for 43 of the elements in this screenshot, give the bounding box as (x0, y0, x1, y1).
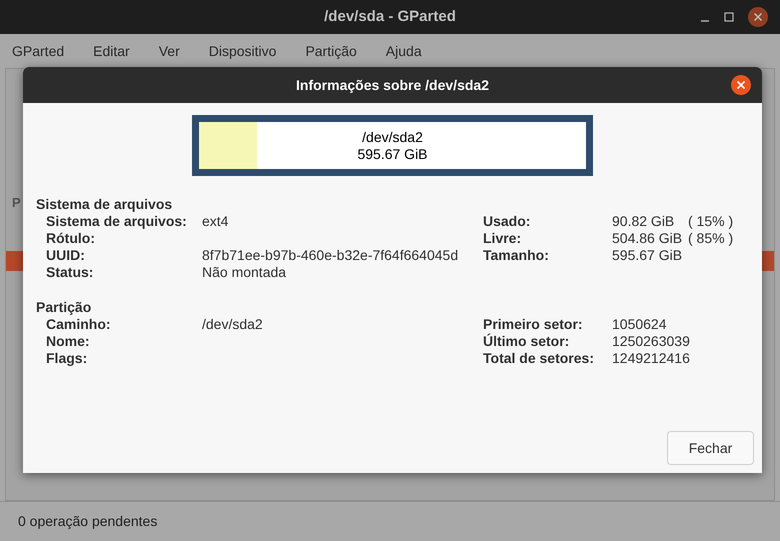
percent-value: ( 85% ) (688, 230, 734, 247)
maximize-icon[interactable] (724, 12, 734, 22)
dialog-title: Informações sobre /dev/sda2 (296, 76, 489, 95)
field-value: 1250263039 (612, 333, 688, 350)
field-label: Status: (46, 264, 94, 281)
menu-item[interactable]: Editar (87, 40, 136, 62)
field-label: Rótulo: (46, 230, 96, 247)
field-label: Tamanho: (483, 247, 550, 264)
section-heading: Partição (36, 299, 92, 316)
field-label: Caminho: (46, 316, 112, 333)
field-label: Sistema de arquivos: (46, 213, 188, 230)
partition-size: 595.67 GiB (357, 146, 428, 162)
menu-item[interactable]: Ver (152, 40, 186, 62)
menu-item[interactable]: Partição (299, 40, 363, 62)
field-value: /dev/sda2 (202, 316, 264, 333)
menu-item[interactable]: Dispositivo (202, 40, 282, 62)
field-label: Usado: (483, 213, 532, 230)
status-text: 0 operação pendentes (18, 512, 158, 531)
field-value: 1249212416 (612, 350, 688, 367)
field-label: UUID: (46, 247, 86, 264)
field-value: ext4 (202, 213, 230, 230)
field-value: 504.86 GiB (612, 230, 684, 247)
menu-item[interactable]: Ajuda (380, 40, 428, 62)
field-value: Não montada (202, 264, 288, 281)
field-value: 595.67 GiB (612, 247, 684, 264)
field-value: 90.82 GiB (612, 213, 676, 230)
menu-item[interactable]: GParted (6, 40, 70, 62)
close-button[interactable]: Fechar (667, 431, 754, 465)
window-title: /dev/sda - GParted (324, 6, 456, 27)
close-icon[interactable] (731, 75, 751, 95)
field-label: Nome: (46, 333, 91, 350)
field-label: Flags: (46, 350, 88, 367)
field-label: Livre: (483, 230, 522, 247)
field-value: 8f7b71ee-b97b-460e-b32e-7f64f664045d (202, 247, 460, 264)
partition-name: /dev/sda2 (362, 128, 423, 146)
column-header: P (12, 194, 21, 212)
field-label: Último setor: (483, 333, 570, 350)
close-icon[interactable] (748, 7, 768, 27)
section-heading: Sistema de arquivos (36, 196, 174, 213)
field-label: Primeiro setor: (483, 316, 584, 333)
field-value: 1050624 (612, 316, 668, 333)
percent-value: ( 15% ) (688, 213, 734, 230)
field-label: Total de setores: (483, 350, 595, 367)
